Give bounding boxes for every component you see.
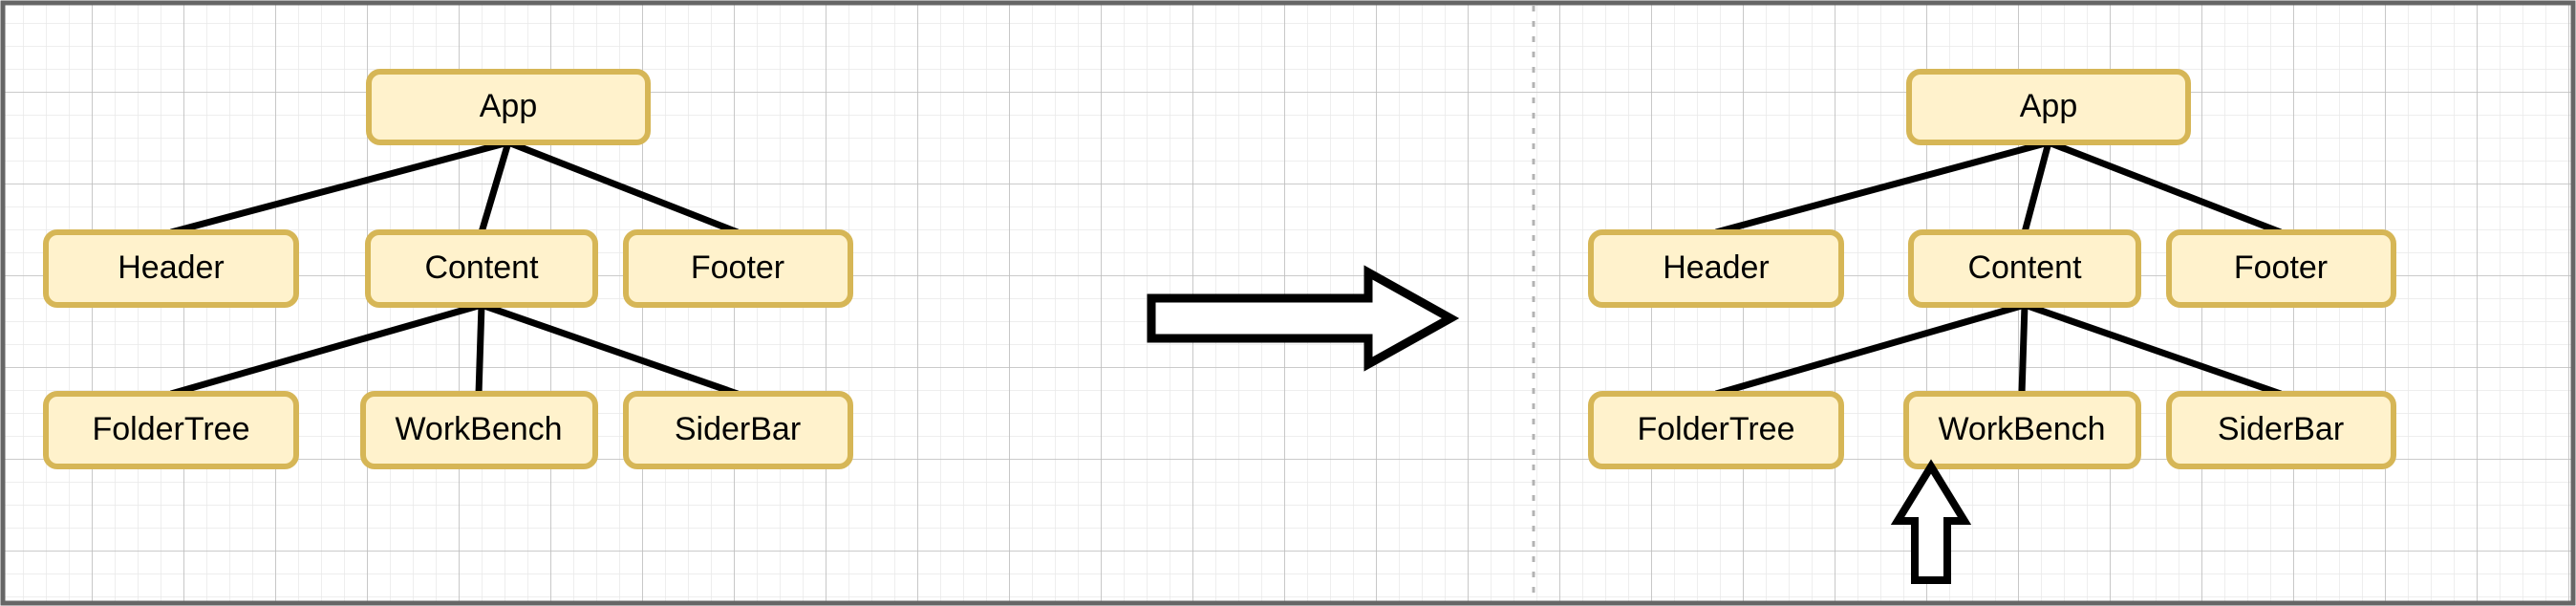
node-siderbar2[interactable]: SiderBar xyxy=(2166,391,2396,469)
node-footer2[interactable]: Footer xyxy=(2166,229,2396,308)
diagram-canvas: App Header Content Footer FolderTree Wor… xyxy=(0,0,2576,606)
node-header2[interactable]: Header xyxy=(1588,229,1844,308)
node-siderbar[interactable]: SiderBar xyxy=(623,391,853,469)
node-footer[interactable]: Footer xyxy=(623,229,853,308)
edge-content2-workbench2 xyxy=(2018,304,2029,395)
node-content[interactable]: Content xyxy=(365,229,598,308)
node-app2[interactable]: App xyxy=(1906,69,2191,145)
node-workbench2[interactable]: WorkBench xyxy=(1903,391,2141,469)
node-foldertree2[interactable]: FolderTree xyxy=(1588,391,1844,469)
node-header[interactable]: Header xyxy=(43,229,299,308)
node-app[interactable]: App xyxy=(366,69,651,145)
node-workbench[interactable]: WorkBench xyxy=(360,391,598,469)
edge-content-workbench xyxy=(475,304,485,395)
component-tree-diagram: App Header Content Footer FolderTree Wor… xyxy=(0,0,2576,606)
node-content2[interactable]: Content xyxy=(1908,229,2141,308)
node-foldertree[interactable]: FolderTree xyxy=(43,391,299,469)
